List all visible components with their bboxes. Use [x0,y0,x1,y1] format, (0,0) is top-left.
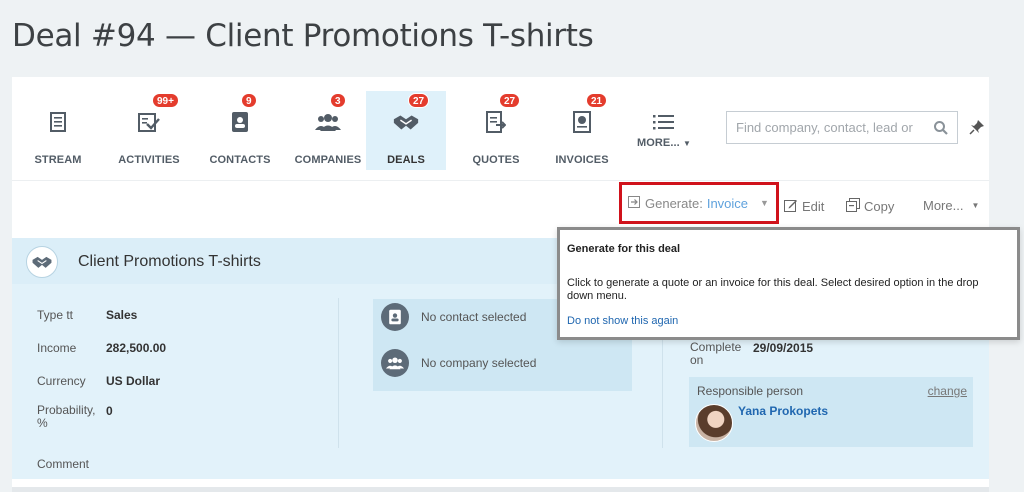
more-list-icon [650,109,678,135]
responsible-change-link[interactable]: change [928,384,967,398]
company-icon [381,349,409,377]
nav-activities[interactable]: 99+ ACTIVITIES [106,91,192,170]
column-divider [338,298,339,448]
edit-icon [784,198,798,215]
field-label-probability: Probability, % [37,403,96,430]
section-divider [12,487,989,492]
page-title: Deal #94 — Client Promotions T-shirts [12,18,594,54]
nav-deals[interactable]: 27 DEALS [366,91,446,170]
chevron-down-icon: ▼ [971,201,980,210]
field-label-type: Type tt [37,308,74,322]
quotes-count-badge: 27 [499,93,521,108]
generate-label: Generate: [645,195,703,211]
nav-label: ACTIVITIES [118,154,180,166]
field-value-type: Sales [106,308,138,322]
search-box[interactable] [726,111,958,144]
edit-label: Edit [802,199,825,214]
responsible-name-link[interactable]: Yana Prokopets [738,404,828,418]
nav-label: INVOICES [555,154,609,166]
responsible-label: Responsible person [697,384,804,398]
stream-icon [44,109,72,135]
company-value: No company selected [421,356,537,370]
contact-value: No contact selected [421,310,527,324]
contacts-icon [226,109,254,135]
nav-label: DEALS [387,154,425,166]
contacts-count-badge: 9 [241,93,257,108]
nav-label: MORE... ▼ [626,137,702,149]
chevron-down-icon: ▼ [683,139,692,148]
nav-stream[interactable]: STREAM [20,91,96,170]
field-label-comment: Comment [37,457,90,471]
deals-count-badge: 27 [408,93,430,108]
field-value-probability: 0 [106,404,113,418]
nav-quotes[interactable]: 27 QUOTES [458,91,534,170]
more-actions-button[interactable]: More... ▼ [923,198,979,213]
nav-more-label: MORE... [636,137,680,149]
generate-value: Invoice [706,195,749,211]
nav-label: QUOTES [472,154,520,166]
complete-label: Complete on [690,340,742,367]
toolbar-divider [12,180,989,181]
nav-more-menu[interactable]: MORE... ▼ [626,91,702,170]
quotes-icon [482,109,510,135]
activities-count-badge: 99+ [152,93,179,108]
contact-icon [381,303,409,331]
invoices-count-badge: 21 [586,93,608,108]
nav-companies[interactable]: 3 COMPANIES [286,91,370,170]
search-input[interactable] [727,112,917,143]
field-value-income: 282,500.00 [106,341,167,355]
popup-title: Generate for this deal [567,243,681,255]
invoices-icon [568,109,596,135]
contact-row[interactable]: No contact selected [381,303,526,331]
nav-label: STREAM [34,154,82,166]
do-not-show-again-link[interactable]: Do not show this again [567,315,678,327]
generate-icon [628,195,640,211]
handshake-icon [26,246,58,278]
companies-count-badge: 3 [330,93,346,108]
search-icon[interactable] [933,120,949,136]
generate-hint-popup: Generate for this deal Click to generate… [557,227,1020,340]
deals-icon [392,109,420,135]
nav-invoices[interactable]: 21 INVOICES [544,91,620,170]
chevron-down-icon[interactable]: ▼ [760,198,769,208]
field-value-currency: US Dollar [106,374,161,388]
nav-label: CONTACTS [209,154,271,166]
complete-value: 29/09/2015 [753,341,814,355]
copy-button[interactable]: Copy [846,198,894,215]
pin-icon[interactable] [969,119,985,135]
activities-icon [135,109,163,135]
company-row[interactable]: No company selected [381,349,536,377]
companies-icon [314,109,342,135]
copy-label: Copy [864,199,895,214]
generate-button[interactable]: Generate: Invoice ▼ [619,182,779,224]
edit-button[interactable]: Edit [784,198,824,215]
more-actions-label: More... [923,198,964,213]
popup-text: Click to generate a quote or an invoice … [567,277,979,302]
responsible-box: Responsible person change Yana Prokopets [689,377,973,447]
copy-icon [846,198,860,215]
field-label-currency: Currency [37,374,86,388]
nav-contacts[interactable]: 9 CONTACTS [200,91,280,170]
deal-title: Client Promotions T-shirts [78,253,261,270]
field-label-income: Income [37,341,77,355]
avatar [695,404,733,442]
nav-label: COMPANIES [294,154,362,166]
